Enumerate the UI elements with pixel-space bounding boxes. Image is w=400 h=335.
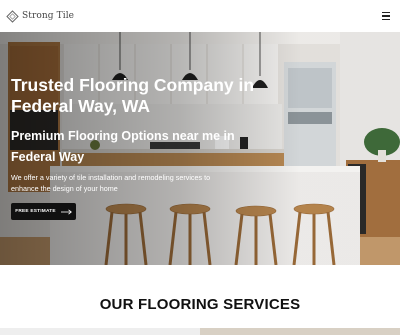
services-heading: OUR FLOORING SERVICES xyxy=(99,296,301,313)
logo-text: Strong Tile xyxy=(22,11,75,21)
arrow-right-icon xyxy=(60,208,72,215)
hero-description: We offer a variety of tile installation … xyxy=(11,173,211,193)
free-estimate-label: FREE ESTIMATE xyxy=(15,209,56,214)
hamburger-menu-icon[interactable] xyxy=(379,9,393,23)
hero-title: Trusted Flooring Company in Federal Way,… xyxy=(11,75,255,116)
service-card-image[interactable] xyxy=(0,328,200,335)
hero-subtitle: Premium Flooring Options near me in Fede… xyxy=(11,129,235,164)
service-card-image[interactable] xyxy=(200,328,400,335)
hero-section: Trusted Flooring Company in Federal Way,… xyxy=(0,32,400,265)
free-estimate-button[interactable]: FREE ESTIMATE xyxy=(11,203,76,220)
logo[interactable]: Strong Tile xyxy=(6,9,75,23)
tile-diamond-icon xyxy=(6,9,19,23)
site-header: Strong Tile xyxy=(0,0,400,32)
